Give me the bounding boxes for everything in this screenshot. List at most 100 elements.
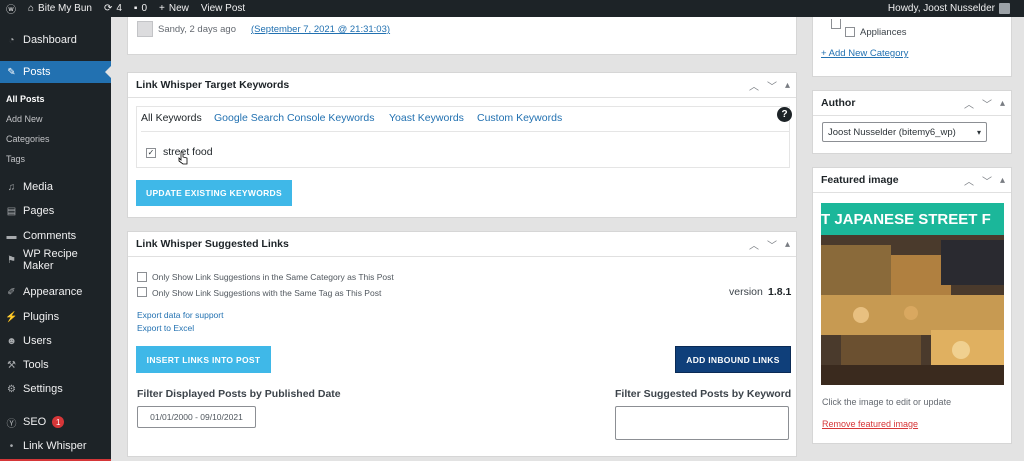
- remove-featured-image-link[interactable]: Remove featured image: [822, 419, 918, 429]
- updates-menu[interactable]: ⟳ 4: [98, 0, 128, 17]
- new-content-menu[interactable]: + New: [153, 0, 195, 17]
- filter-keyword-label: Filter Suggested Posts by Keyword: [615, 388, 792, 400]
- site-name: Bite My Bun: [38, 3, 92, 14]
- add-inbound-links-button[interactable]: ADD INBOUND LINKS: [675, 346, 791, 373]
- avatar: [999, 3, 1010, 14]
- toggle-arrow-icon[interactable]: ▴: [785, 239, 790, 250]
- menu-tools[interactable]: ⚒ Tools: [0, 354, 111, 376]
- my-account-menu[interactable]: Howdy, Joost Nusselder: [882, 0, 1024, 17]
- menu-media[interactable]: ♫ Media: [0, 176, 111, 198]
- panel-controls: ︿ ﹀ ▴: [749, 73, 790, 98]
- chevron-up-icon[interactable]: ︿: [964, 96, 974, 111]
- menu-label: Link Whisper: [23, 440, 87, 452]
- menu-users[interactable]: ☻ Users: [0, 330, 111, 352]
- same-tag-label: Only Show Link Suggestions with the Same…: [152, 288, 382, 298]
- add-new-category-link[interactable]: + Add New Category: [821, 48, 908, 59]
- category-checkbox-above[interactable]: [831, 19, 841, 29]
- menu-label: Posts: [23, 66, 51, 78]
- settings-icon: ⚙: [7, 383, 16, 395]
- menu-plugins[interactable]: ⚡ Plugins: [0, 306, 111, 328]
- insert-links-button[interactable]: INSERT LINKS INTO POST: [136, 346, 271, 373]
- admin-sidebar: ◔ Dashboard ✎ Posts All Posts Add New Cate…: [0, 17, 111, 461]
- same-tag-checkbox[interactable]: [137, 287, 147, 297]
- date-range-input[interactable]: 01/01/2000 - 09/10/2021: [137, 406, 256, 428]
- menu-settings[interactable]: ⚙ Settings: [0, 378, 111, 400]
- export-support-link[interactable]: Export data for support: [137, 310, 223, 320]
- chevron-down-icon[interactable]: ﹀: [767, 78, 777, 93]
- view-post-label: View Post: [200, 3, 246, 14]
- comment-date-link[interactable]: (September 7, 2021 @ 21:31:03): [251, 24, 390, 35]
- home-icon: ⌂: [28, 3, 35, 14]
- submenu-all-posts[interactable]: All Posts: [0, 94, 111, 104]
- version-label: version: [729, 286, 763, 298]
- admin-bar: ⓦ ⌂ Bite My Bun ⟳ 4 ▪ 0 + New View Post Howd…: [0, 0, 1024, 17]
- tab-all-keywords[interactable]: All Keywords: [141, 112, 202, 124]
- panel-controls: ︿ ﹀ ▴: [749, 232, 790, 257]
- version-number: 1.8.1: [768, 286, 792, 298]
- submenu-add-new[interactable]: Add New: [0, 114, 111, 124]
- panel-title: Link Whisper Target Keywords: [136, 79, 290, 91]
- panel-controls: ︿ ﹀ ▴: [964, 168, 1005, 193]
- updates-icon: ⟳: [103, 3, 113, 14]
- howdy-text: Howdy, Joost Nusselder: [887, 3, 995, 14]
- menu-posts[interactable]: ✎ Posts: [0, 61, 111, 83]
- toggle-arrow-icon[interactable]: ▴: [1000, 175, 1005, 186]
- comments-panel: Sandy, 2 days ago (September 7, 2021 @ 2…: [127, 17, 797, 55]
- panel-controls: ︿ ﹀ ▴: [964, 91, 1005, 116]
- comments-menu[interactable]: ▪ 0: [128, 0, 153, 17]
- keyword-filter-textarea[interactable]: [615, 406, 789, 440]
- panel-header: Link Whisper Target Keywords: [128, 73, 796, 98]
- chevron-down-icon[interactable]: ﹀: [982, 96, 992, 111]
- menu-wp-recipe-maker[interactable]: ⚑ WP Recipe Maker: [0, 248, 111, 272]
- site-name-menu[interactable]: ⌂ Bite My Bun: [22, 0, 98, 17]
- keyword-row: ✓ street food: [141, 131, 789, 168]
- chevron-up-icon[interactable]: ︿: [749, 78, 759, 93]
- menu-seo[interactable]: Ⓨ SEO 1: [0, 411, 111, 433]
- author-selected: Joost Nusselder (bitemy6_wp): [828, 126, 956, 138]
- update-keywords-button[interactable]: UPDATE EXISTING KEYWORDS: [136, 180, 292, 206]
- menu-label: Appearance: [23, 286, 83, 298]
- submenu-categories[interactable]: Categories: [0, 134, 111, 144]
- export-excel-link[interactable]: Export to Excel: [137, 323, 194, 333]
- help-icon[interactable]: ?: [777, 107, 792, 122]
- chevron-down-icon[interactable]: ﹀: [767, 237, 777, 252]
- menu-link-whisper[interactable]: • Link Whisper: [0, 435, 111, 457]
- updates-count: 4: [116, 3, 122, 14]
- author-panel: Author ︿ ﹀ ▴ Joost Nusselder (bitemy6_wp) …: [812, 90, 1012, 154]
- same-category-checkbox[interactable]: [137, 272, 147, 282]
- banner-text: T JAPANESE STREET F: [821, 210, 991, 228]
- menu-appearance[interactable]: ✐ Appearance: [0, 281, 111, 303]
- view-post-link[interactable]: View Post: [195, 0, 251, 17]
- author-select[interactable]: Joost Nusselder (bitemy6_wp) ▾: [822, 122, 987, 142]
- target-keywords-panel: Link Whisper Target Keywords ︿ ﹀ ▴ All Key…: [127, 72, 797, 218]
- category-checkbox-appliances[interactable]: [845, 27, 855, 37]
- menu-label: Tools: [23, 359, 49, 371]
- users-icon: ☻: [6, 335, 17, 347]
- tab-yoast-keywords[interactable]: Yoast Keywords: [389, 112, 464, 124]
- submenu-tags[interactable]: Tags: [0, 154, 111, 164]
- chevron-down-icon[interactable]: ﹀: [982, 173, 992, 188]
- category-label-appliances: Appliances: [860, 27, 907, 38]
- panel-title: Featured image: [821, 174, 899, 186]
- suggested-links-panel: Link Whisper Suggested Links ︿ ﹀ ▴ Only Sh…: [127, 231, 797, 457]
- image-banner: T JAPANESE STREET F: [821, 203, 1004, 235]
- tab-google-search-console[interactable]: Google Search Console Keywords: [214, 112, 375, 124]
- chevron-up-icon[interactable]: ︿: [964, 173, 974, 188]
- comment-avatar: [137, 21, 153, 37]
- tab-custom-keywords[interactable]: Custom Keywords: [477, 112, 562, 124]
- toggle-arrow-icon[interactable]: ▴: [1000, 98, 1005, 109]
- menu-pages[interactable]: ▤ Pages: [0, 200, 111, 222]
- menu-label: Plugins: [23, 311, 60, 323]
- media-icon: ♫: [7, 181, 16, 193]
- keyword-checkbox[interactable]: ✓: [146, 148, 156, 158]
- chevron-up-icon[interactable]: ︿: [749, 237, 759, 252]
- menu-label: SEO: [23, 416, 47, 428]
- toggle-arrow-icon[interactable]: ▴: [785, 80, 790, 91]
- wp-logo-menu[interactable]: ⓦ: [0, 0, 22, 17]
- panel-header: Link Whisper Suggested Links: [128, 232, 796, 257]
- featured-image-thumbnail[interactable]: T JAPANESE STREET F: [821, 203, 1004, 385]
- wrench-icon: ⚒: [7, 359, 16, 371]
- menu-label: Settings: [23, 383, 63, 395]
- menu-dashboard[interactable]: ◔ Dashboard: [0, 29, 111, 51]
- menu-comments[interactable]: ▬ Comments: [0, 225, 111, 247]
